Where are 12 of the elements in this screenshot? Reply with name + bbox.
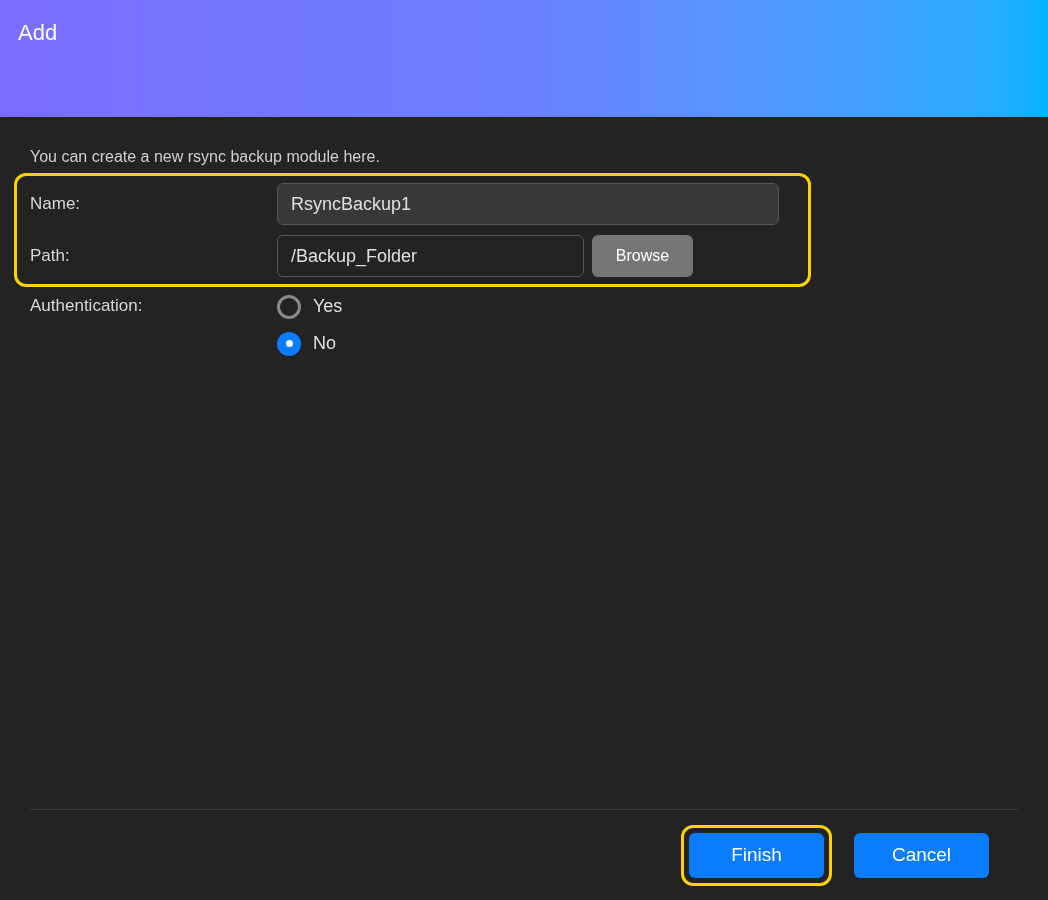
radio-option[interactable]: No — [277, 330, 343, 357]
text-field[interactable]: /Backup_Folder — [277, 235, 584, 277]
radio-option[interactable]: Yes — [277, 293, 343, 320]
text-field[interactable]: RsyncBackup1 — [277, 183, 779, 225]
field-label: Name: — [30, 193, 82, 216]
dialog-button[interactable]: Cancel — [854, 832, 989, 878]
field-label: Authentication: — [30, 295, 144, 317]
description-text: You can create a new rsync backup module here. — [30, 147, 381, 167]
dialog-title: Add — [18, 20, 58, 45]
field-label: Path: — [30, 245, 71, 268]
dialog-button[interactable]: Finish — [689, 832, 824, 878]
browse-button[interactable]: Browse — [592, 235, 693, 277]
